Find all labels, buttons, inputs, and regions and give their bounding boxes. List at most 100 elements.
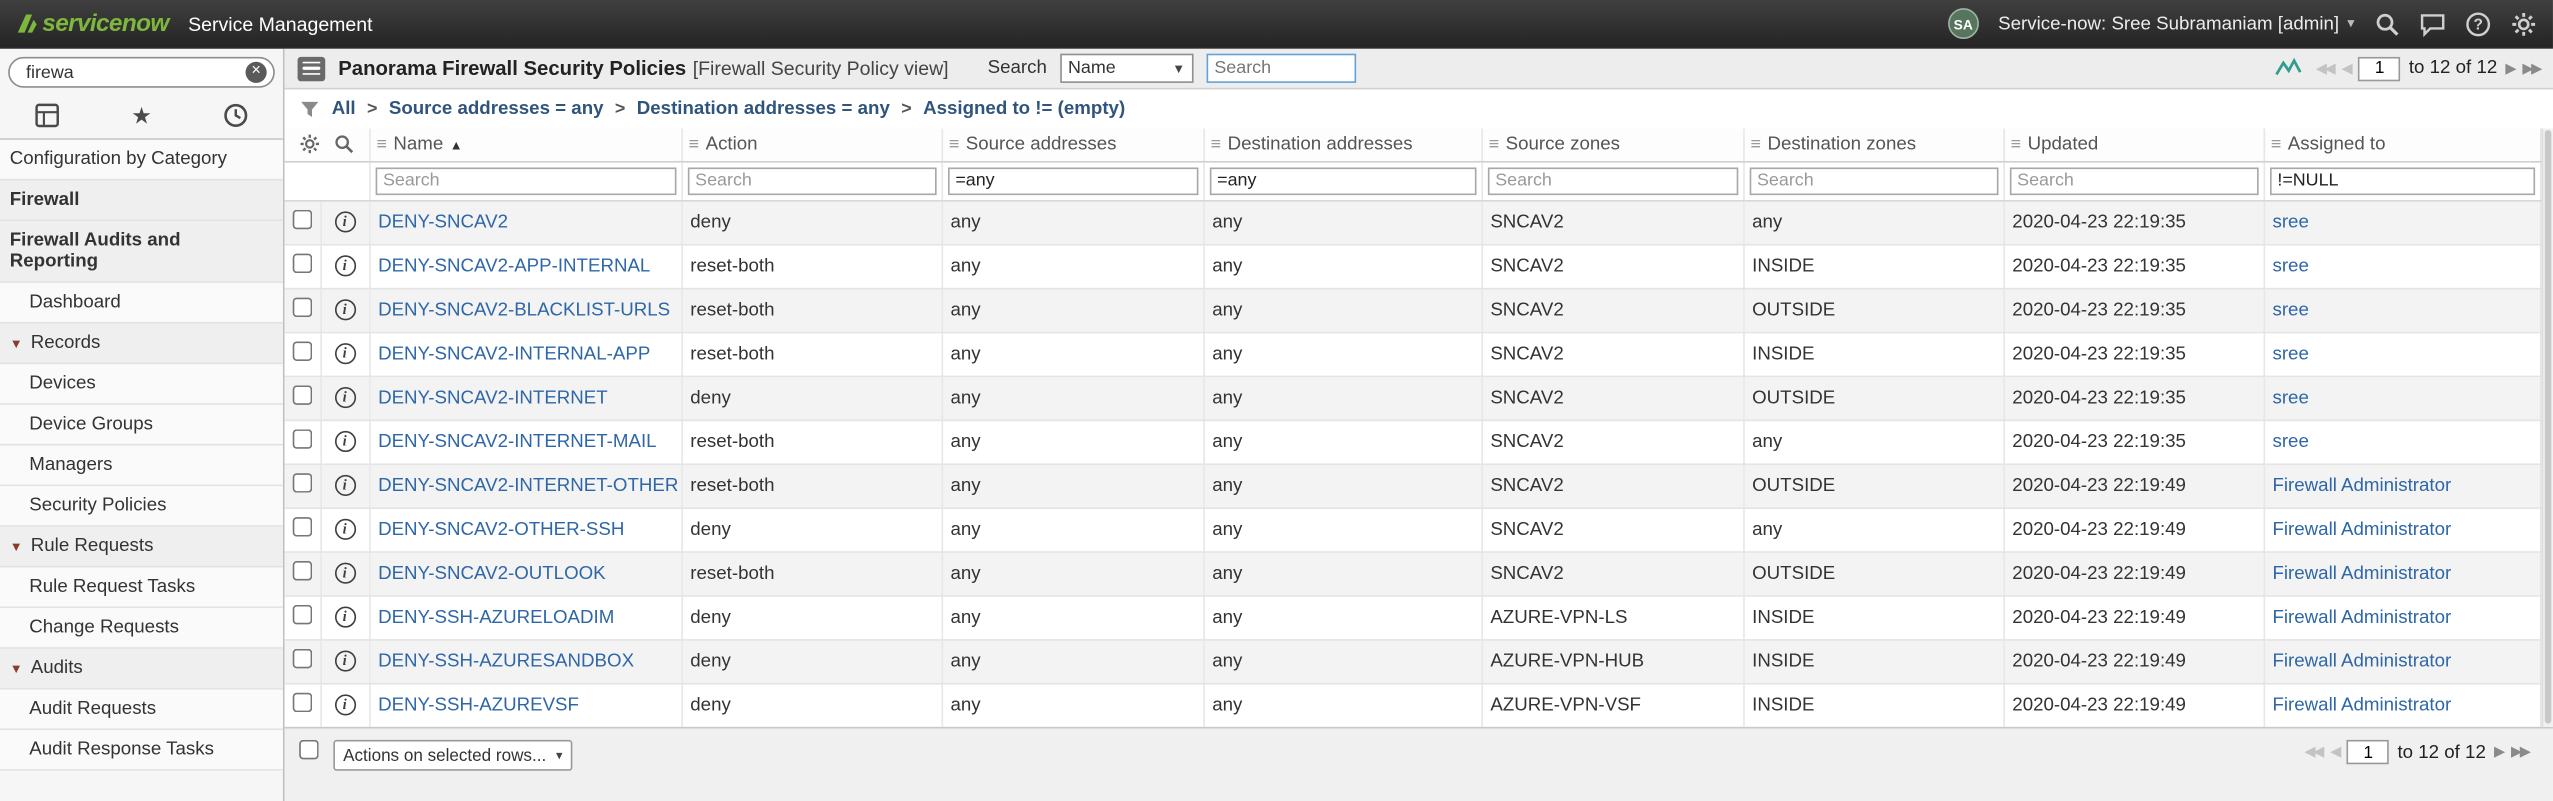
column-menu-icon[interactable]: ≡ xyxy=(1750,135,1760,155)
filter-input-source-zones[interactable] xyxy=(1487,166,1738,195)
search-icon[interactable] xyxy=(2374,11,2400,37)
record-preview-icon[interactable]: i xyxy=(334,650,356,672)
policy-name-link[interactable]: DENY-SSH-AZUREVSF xyxy=(378,695,579,715)
column-header-action[interactable]: ≡ Action xyxy=(681,128,943,162)
select-all-checkbox[interactable] xyxy=(299,739,319,760)
column-menu-icon[interactable]: ≡ xyxy=(689,135,699,155)
filter-input-destination-zones[interactable] xyxy=(1748,166,1998,195)
actions-dropdown[interactable]: Actions on selected rows... ▾ xyxy=(333,739,573,771)
personalize-list-gear-icon[interactable] xyxy=(299,134,320,155)
history-clock-icon[interactable] xyxy=(223,102,249,128)
assigned-to-link[interactable]: sree xyxy=(2272,256,2308,276)
column-header-source-addresses[interactable]: ≡ Source addresses xyxy=(941,128,1205,162)
scrollbar-thumb[interactable] xyxy=(2544,130,2552,724)
policy-name-link[interactable]: DENY-SSH-AZURESANDBOX xyxy=(378,651,634,671)
clear-search-icon[interactable]: × xyxy=(245,61,267,83)
record-preview-icon[interactable]: i xyxy=(334,255,356,277)
sidebar-item-audits[interactable]: ▼ Audits xyxy=(0,648,283,690)
row-checkbox[interactable] xyxy=(292,604,312,625)
assigned-to-link[interactable]: Firewall Administrator xyxy=(2272,695,2451,715)
row-checkbox[interactable] xyxy=(292,648,312,669)
assigned-to-link[interactable]: sree xyxy=(2272,212,2308,232)
column-menu-icon[interactable]: ≡ xyxy=(376,135,386,155)
row-checkbox[interactable] xyxy=(292,473,312,493)
policy-name-link[interactable]: DENY-SNCAV2-INTERNET-MAIL xyxy=(378,432,656,452)
list-search-toggle-icon[interactable] xyxy=(333,134,354,155)
breadcrumb-source-addresses[interactable]: Source addresses = any xyxy=(389,99,604,119)
row-checkbox[interactable] xyxy=(292,209,312,230)
sidebar-item-devices[interactable]: Devices xyxy=(0,364,283,405)
column-menu-icon[interactable]: ≡ xyxy=(1211,135,1221,155)
row-checkbox[interactable] xyxy=(292,297,312,318)
assigned-to-link[interactable]: sree xyxy=(2272,432,2308,452)
next-page-icon[interactable]: ▶ xyxy=(2505,59,2516,77)
filter-input-updated[interactable] xyxy=(2009,166,2258,195)
row-checkbox[interactable] xyxy=(292,561,312,581)
assigned-to-link[interactable]: sree xyxy=(2272,300,2308,320)
policy-name-link[interactable]: DENY-SSH-AZURELOADIM xyxy=(378,607,614,627)
row-checkbox[interactable] xyxy=(292,517,312,537)
sidebar-item-firewall[interactable]: Firewall xyxy=(0,180,283,222)
assigned-to-link[interactable]: Firewall Administrator xyxy=(2272,563,2451,583)
assigned-to-link[interactable]: Firewall Administrator xyxy=(2272,651,2451,671)
record-preview-icon[interactable]: i xyxy=(334,606,356,628)
record-preview-icon[interactable]: i xyxy=(334,694,356,716)
search-field-select[interactable]: Name ▼ xyxy=(1059,53,1194,83)
row-checkbox[interactable] xyxy=(292,429,312,449)
favorites-star-icon[interactable]: ★ xyxy=(128,102,154,128)
policy-name-link[interactable]: DENY-SNCAV2-INTERNET xyxy=(378,388,608,408)
assigned-to-link[interactable]: sree xyxy=(2272,344,2308,364)
page-number-input[interactable] xyxy=(2347,739,2390,765)
assigned-to-link[interactable]: Firewall Administrator xyxy=(2272,520,2451,540)
column-menu-icon[interactable]: ≡ xyxy=(1489,135,1499,155)
policy-name-link[interactable]: DENY-SNCAV2-INTERNET-OTHER xyxy=(378,476,678,496)
sidebar-item-audit-response-tasks[interactable]: Audit Response Tasks xyxy=(0,730,283,771)
row-checkbox[interactable] xyxy=(292,253,312,274)
row-checkbox[interactable] xyxy=(292,692,312,713)
sidebar-item-firewall-audits-and-reporting[interactable]: Firewall Audits and Reporting xyxy=(0,221,283,283)
sidebar-item-device-groups[interactable]: Device Groups xyxy=(0,404,283,446)
policy-name-link[interactable]: DENY-SNCAV2-BLACKLIST-URLS xyxy=(378,300,670,320)
sidebar-item-rule-requests[interactable]: ▼ Rule Requests xyxy=(0,526,283,568)
activity-stream-icon[interactable] xyxy=(2275,57,2303,80)
row-checkbox[interactable] xyxy=(292,341,312,361)
last-page-icon[interactable]: ▶▶ xyxy=(2522,59,2542,77)
sidebar-item-security-policies[interactable]: Security Policies xyxy=(0,486,283,527)
first-page-icon[interactable]: ◀◀ xyxy=(2316,59,2336,77)
filter-input-destination-addresses[interactable] xyxy=(1209,166,1476,195)
filter-input-source-addresses[interactable] xyxy=(947,166,1198,195)
record-preview-icon[interactable]: i xyxy=(334,562,356,584)
sidebar-item-change-requests[interactable]: Change Requests xyxy=(0,608,283,649)
assigned-to-link[interactable]: sree xyxy=(2272,388,2308,408)
column-header-updated[interactable]: ≡ Updated xyxy=(2003,128,2265,162)
record-preview-icon[interactable]: i xyxy=(334,474,356,496)
filter-funnel-icon[interactable] xyxy=(299,98,320,119)
column-header-assigned-to[interactable]: ≡ Assigned to xyxy=(2263,128,2542,162)
first-page-icon[interactable]: ◀◀ xyxy=(2304,743,2324,761)
chat-icon[interactable] xyxy=(2420,11,2446,37)
list-search-input[interactable] xyxy=(1206,53,1356,83)
filter-input-name[interactable] xyxy=(374,166,676,195)
vertical-scrollbar[interactable] xyxy=(2541,128,2553,727)
record-preview-icon[interactable]: i xyxy=(334,387,356,409)
applications-icon[interactable] xyxy=(34,102,60,128)
policy-name-link[interactable]: DENY-SNCAV2-APP-INTERNAL xyxy=(378,256,650,276)
column-menu-icon[interactable]: ≡ xyxy=(2011,135,2021,155)
sidebar-item-audit-requests[interactable]: Audit Requests xyxy=(0,689,283,731)
record-preview-icon[interactable]: i xyxy=(334,430,356,453)
breadcrumb-destination-addresses[interactable]: Destination addresses = any xyxy=(637,99,890,119)
assigned-to-link[interactable]: Firewall Administrator xyxy=(2272,607,2451,627)
section-expanded-icon[interactable]: ▼ xyxy=(10,658,23,679)
column-menu-icon[interactable]: ≡ xyxy=(949,135,959,155)
chevron-down-icon[interactable]: ▾ xyxy=(2347,15,2354,33)
navigator-search-input[interactable] xyxy=(8,56,275,88)
servicenow-logo[interactable]: servicenow xyxy=(16,10,169,37)
policy-name-link[interactable]: DENY-SNCAV2-OUTLOOK xyxy=(378,563,606,583)
column-header-name[interactable]: ≡ Name ▲ xyxy=(369,128,683,162)
gear-icon[interactable] xyxy=(2511,11,2537,37)
sidebar-item-configuration-by-category[interactable]: Configuration by Category xyxy=(0,139,283,181)
record-preview-icon[interactable]: i xyxy=(334,343,356,365)
record-preview-icon[interactable]: i xyxy=(334,299,356,321)
section-expanded-icon[interactable]: ▼ xyxy=(10,536,23,557)
previous-page-icon[interactable]: ◀ xyxy=(2330,743,2341,761)
